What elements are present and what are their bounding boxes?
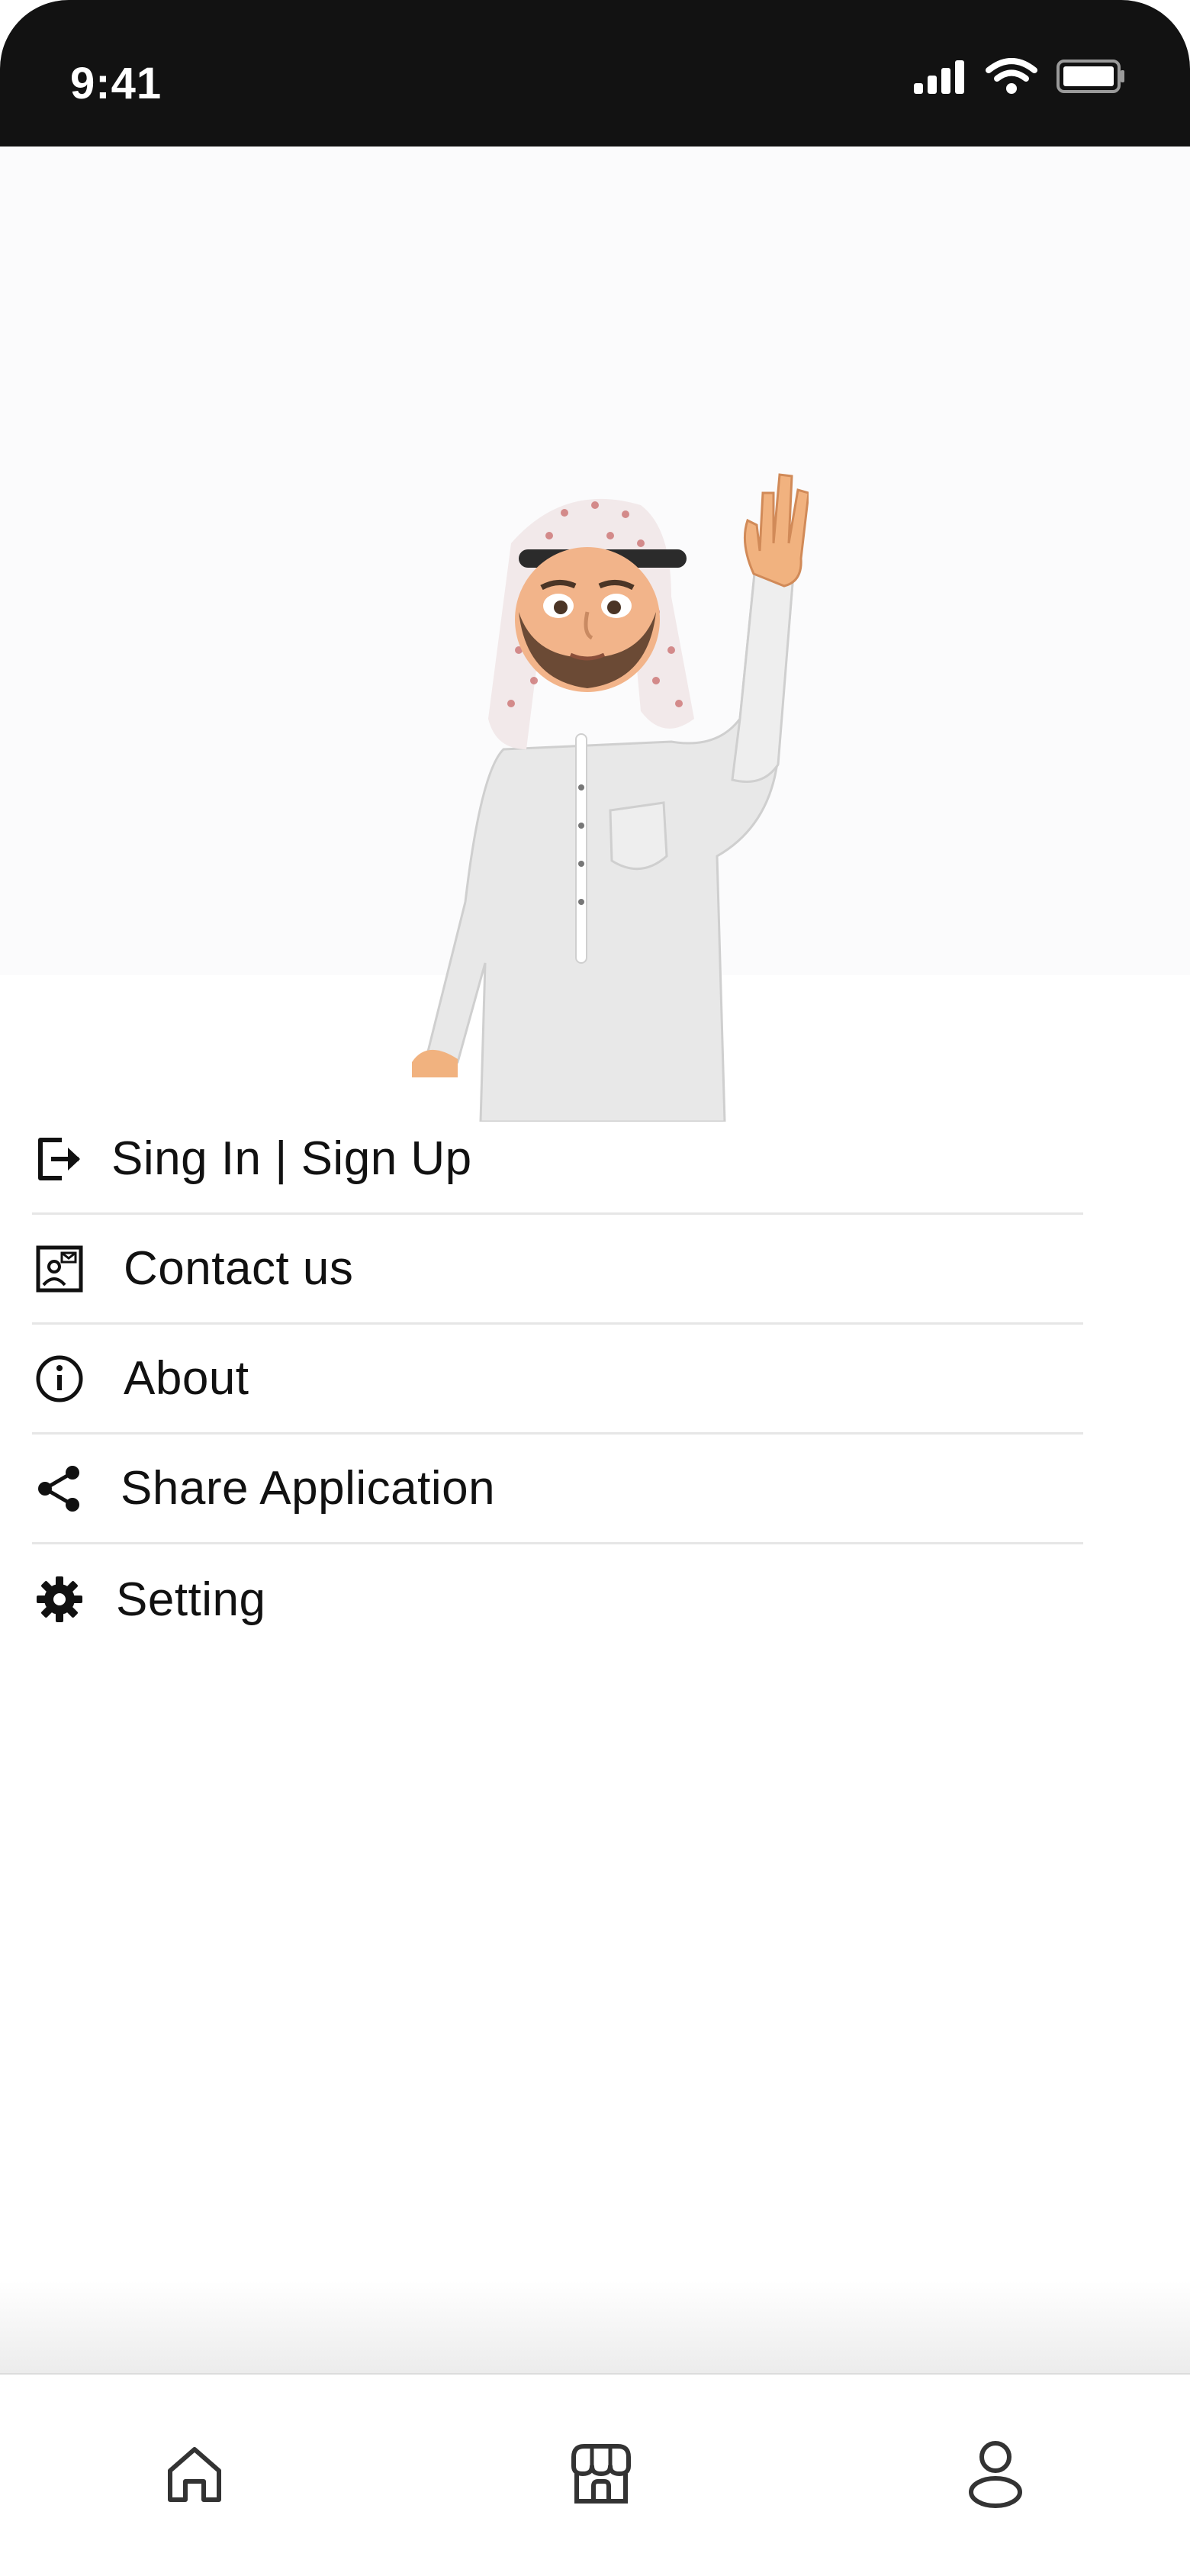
menu-item-setting[interactable]: Setting — [32, 1544, 1083, 1654]
menu-item-label: Sing In | Sign Up — [111, 1132, 472, 1185]
waving-man-illustration — [412, 473, 809, 1122]
status-bar: 9:41 — [0, 0, 1190, 147]
profile-icon — [969, 2441, 1022, 2508]
tab-home[interactable] — [156, 2436, 233, 2512]
status-time: 9:41 — [70, 59, 162, 108]
share-icon — [32, 1461, 87, 1516]
bottom-tab-bar — [0, 2373, 1190, 2576]
home-icon — [168, 2447, 221, 2502]
menu-item-label: Setting — [116, 1573, 266, 1626]
tab-profile[interactable] — [957, 2436, 1034, 2512]
wifi-icon — [986, 58, 1037, 94]
menu-item-label: Share Application — [121, 1462, 496, 1515]
signal-icon — [914, 60, 964, 94]
side-menu: Sing In | Sign Up Contact us About Share… — [32, 1105, 1083, 1654]
menu-item-about[interactable]: About — [32, 1325, 1083, 1435]
tab-store[interactable] — [563, 2436, 639, 2512]
menu-item-sign-in[interactable]: Sing In | Sign Up — [32, 1105, 1083, 1215]
sign-in-icon — [32, 1132, 87, 1187]
contact-card-icon — [32, 1241, 87, 1296]
menu-item-contact-us[interactable]: Contact us — [32, 1215, 1083, 1325]
battery-icon — [1057, 60, 1124, 93]
hero-banner — [0, 147, 1190, 1122]
info-icon — [32, 1351, 87, 1406]
menu-item-label: Contact us — [124, 1242, 354, 1295]
menu-item-share-application[interactable]: Share Application — [32, 1435, 1083, 1544]
gear-icon — [32, 1572, 87, 1627]
store-icon — [571, 2444, 631, 2504]
tabbar-shadow — [0, 2281, 1190, 2373]
status-icons — [912, 58, 1126, 95]
menu-item-label: About — [124, 1352, 249, 1405]
